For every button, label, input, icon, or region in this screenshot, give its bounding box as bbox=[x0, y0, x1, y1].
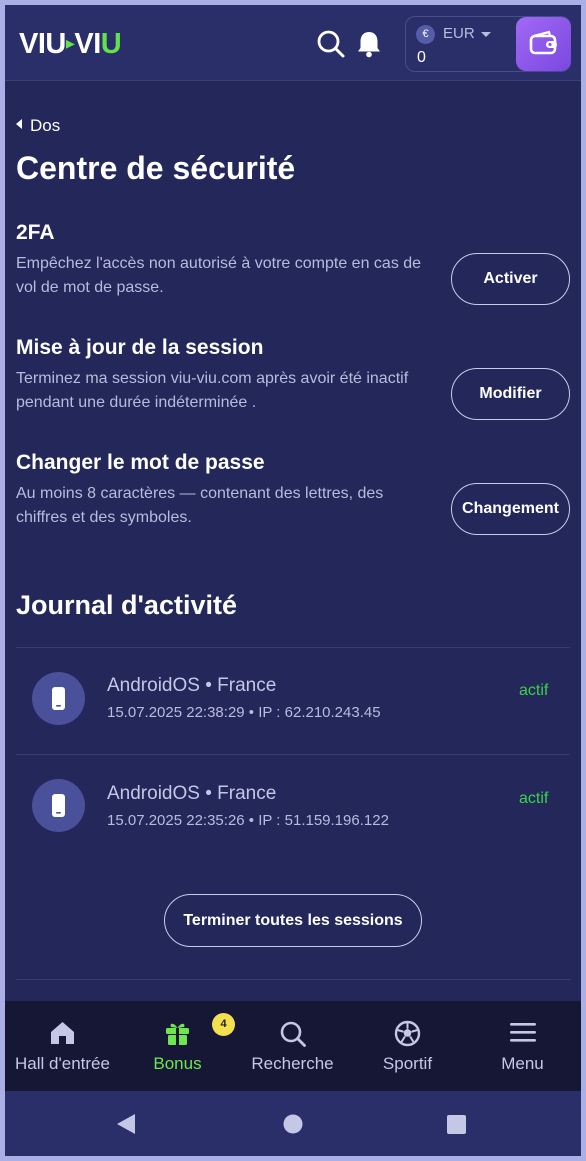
session-device: AndroidOS • France bbox=[107, 783, 277, 804]
nav-label: Hall d'entrée bbox=[15, 1054, 110, 1073]
bottom-navigation: Hall d'entrée Bonus 4 Recherche Sportif … bbox=[5, 1001, 581, 1091]
viu-viu-logo[interactable]: VIU▸VIU bbox=[19, 28, 122, 60]
session-ip: IP : 51.159.196.122 bbox=[258, 812, 389, 829]
search-icon[interactable] bbox=[316, 29, 346, 59]
gift-icon bbox=[166, 1023, 189, 1045]
change-password-button[interactable]: Changement bbox=[451, 483, 570, 535]
nav-item-search[interactable]: Recherche bbox=[235, 1001, 350, 1091]
session-meta: 15.07.2025 22:35:26 • IP : 51.159.196.12… bbox=[107, 812, 389, 829]
setting-desc-2fa: Empêchez l'accès non autorisé à votre co… bbox=[16, 255, 422, 296]
currency-code: EUR bbox=[443, 25, 475, 42]
session-country: France bbox=[217, 783, 277, 804]
mobile-device-icon bbox=[32, 779, 85, 832]
activate-2fa-button[interactable]: Activer bbox=[451, 253, 570, 305]
divider bbox=[16, 979, 570, 980]
page-title: Centre de sécurité bbox=[16, 150, 296, 186]
logo-text-left: VIU bbox=[19, 28, 66, 60]
setting-desc-session: Terminez ma session viu-viu.com après av… bbox=[16, 370, 409, 411]
chevron-down-icon[interactable] bbox=[481, 32, 491, 37]
bonus-count-badge: 4 bbox=[212, 1013, 235, 1036]
nav-label: Recherche bbox=[251, 1054, 334, 1073]
session-device: AndroidOS • France bbox=[107, 675, 277, 696]
setting-desc-password: Au moins 8 caractères — contenant des le… bbox=[16, 485, 384, 526]
setting-title-2fa: 2FA bbox=[16, 221, 55, 244]
mobile-device-icon bbox=[32, 672, 85, 725]
balance-value: 0 bbox=[417, 49, 426, 66]
session-country: France bbox=[217, 675, 277, 696]
currency-balance-widget[interactable]: € EUR 0 bbox=[405, 16, 571, 72]
wallet-button[interactable] bbox=[516, 17, 571, 71]
nav-label: Sportif bbox=[382, 1054, 433, 1073]
bell-icon[interactable] bbox=[355, 29, 385, 59]
logo-text-right: VI bbox=[74, 28, 101, 60]
back-label: Dos bbox=[30, 116, 61, 135]
session-datetime: 15.07.2025 22:38:29 bbox=[107, 704, 245, 721]
modify-session-button[interactable]: Modifier bbox=[451, 368, 570, 420]
nav-item-sport[interactable]: Sportif bbox=[350, 1001, 465, 1091]
setting-title-session: Mise à jour de la session bbox=[16, 336, 264, 359]
nav-label: Menu bbox=[501, 1054, 544, 1073]
home-icon bbox=[51, 1022, 74, 1044]
divider bbox=[16, 754, 570, 755]
activity-log-title: Journal d'activité bbox=[16, 590, 237, 620]
back-triangle-icon[interactable] bbox=[115, 1113, 137, 1135]
top-header: VIU▸VIU € EUR 0 bbox=[5, 5, 581, 81]
nav-label: Bonus bbox=[153, 1054, 202, 1073]
session-meta: 15.07.2025 22:38:29 • IP : 62.210.243.45 bbox=[107, 704, 381, 721]
wallet-icon bbox=[529, 30, 557, 55]
search-icon bbox=[280, 1021, 306, 1047]
session-ip: IP : 62.210.243.45 bbox=[258, 704, 381, 721]
system-navigation-bar bbox=[5, 1091, 581, 1156]
recents-square-icon[interactable] bbox=[446, 1114, 467, 1135]
end-all-sessions-button[interactable]: Terminer toutes les sessions bbox=[164, 894, 422, 947]
euro-icon: € bbox=[416, 25, 435, 44]
session-os: AndroidOS bbox=[107, 675, 200, 696]
session-status: actif bbox=[519, 790, 549, 807]
nav-item-hall[interactable]: Hall d'entrée bbox=[5, 1001, 120, 1091]
caret-left-icon bbox=[16, 119, 22, 129]
session-status: actif bbox=[519, 682, 549, 699]
session-os: AndroidOS bbox=[107, 783, 200, 804]
hamburger-menu-icon bbox=[510, 1023, 536, 1042]
home-circle-icon[interactable] bbox=[282, 1113, 304, 1135]
session-datetime: 15.07.2025 22:35:26 bbox=[107, 812, 245, 829]
setting-title-password: Changer le mot de passe bbox=[16, 451, 265, 474]
logo-text-accent: U bbox=[100, 28, 122, 60]
divider bbox=[16, 647, 570, 648]
app-frame: VIU▸VIU € EUR 0 Dos Centre de sécurité 2… bbox=[5, 5, 581, 1156]
soccer-ball-icon bbox=[394, 1020, 421, 1047]
nav-item-menu[interactable]: Menu bbox=[465, 1001, 580, 1091]
back-link[interactable]: Dos bbox=[16, 116, 60, 136]
